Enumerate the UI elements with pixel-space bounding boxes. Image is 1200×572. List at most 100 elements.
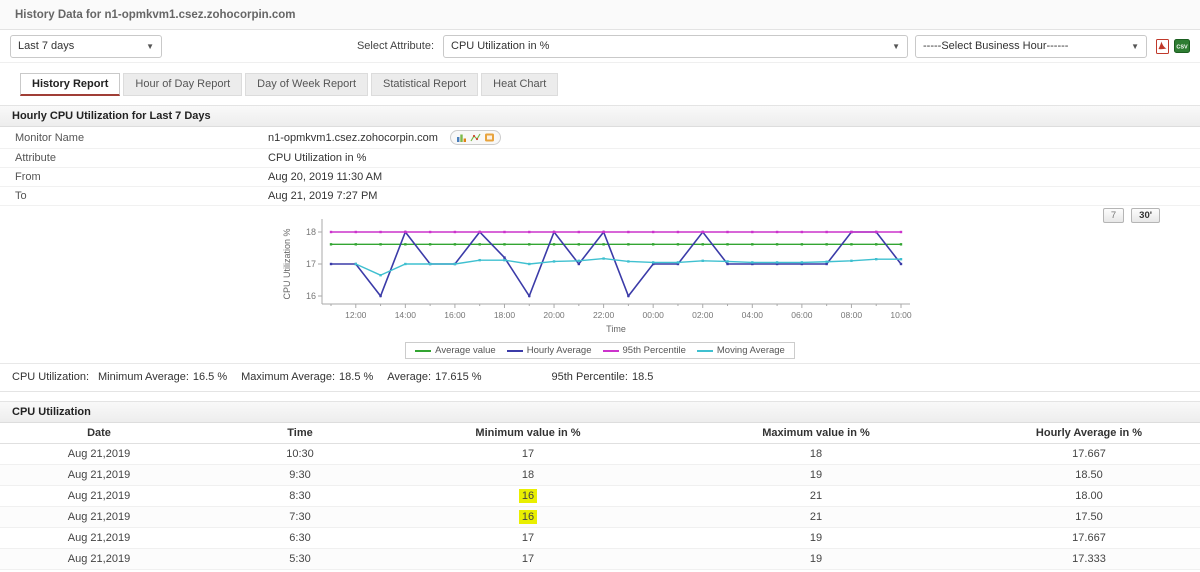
svg-text:22:00: 22:00 <box>593 310 615 320</box>
svg-text:04:00: 04:00 <box>742 310 764 320</box>
svg-text:18:00: 18:00 <box>494 310 516 320</box>
title-bar: History Data for n1-opmkvm1.csez.zohocor… <box>0 0 1200 30</box>
svg-text:18: 18 <box>306 227 316 237</box>
table-cell: 9:30 <box>198 464 402 486</box>
report-info-rows: Monitor Name n1-opmkvm1.csez.zohocorpin.… <box>0 127 1200 391</box>
bar-chart-icon[interactable] <box>456 132 467 143</box>
summary-title: CPU Utilization: <box>12 371 90 383</box>
info-label: From <box>15 171 41 183</box>
table-cell: 18.00 <box>978 485 1200 507</box>
svg-text:00:00: 00:00 <box>643 310 665 320</box>
chart-period-button-7[interactable]: 7 <box>1102 208 1125 223</box>
table-row: Aug 21,2019 10:30 17 18 17.667 <box>0 443 1200 465</box>
svg-text:10:00: 10:00 <box>890 310 912 320</box>
table-section-header: CPU Utilization <box>0 402 1200 423</box>
info-value: n1-opmkvm1.csez.zohocorpin.com <box>268 127 501 148</box>
summary-items: Minimum Average: 16.5% Maximum Average: 18.… <box>98 371 670 383</box>
col-header-time[interactable]: Time <box>198 423 402 444</box>
toolbar-right: Select Attribute: CPU Utilization in % ▼… <box>357 34 1190 58</box>
table-cell: Aug 21,2019 <box>0 464 198 486</box>
tab-day-of-week-report[interactable]: Day of Week Report <box>245 73 369 96</box>
chart-period-buttons: 7 30' <box>1102 208 1160 223</box>
table-row: Aug 21,2019 9:30 18 19 18.50 <box>0 464 1200 486</box>
info-value: Aug 20, 2019 11:30 AM <box>268 171 383 183</box>
col-header-max[interactable]: Maximum value in % <box>654 423 978 444</box>
legend-item-hourly-average: Hourly Average <box>506 345 592 356</box>
col-header-avg[interactable]: Hourly Average in % <box>978 423 1200 444</box>
legend-swatch <box>696 349 713 352</box>
tab-history-report[interactable]: History Report <box>20 73 121 96</box>
report-tabs: History Report Hour of Day Report Day of W… <box>20 73 1200 96</box>
summary-item: Maximum Average: 18.5% <box>241 371 374 383</box>
svg-text:16: 16 <box>306 291 316 301</box>
page-title: History Data for n1-opmkvm1.csez.zohocor… <box>15 8 296 21</box>
col-header-date[interactable]: Date <box>0 423 198 444</box>
business-hour-select-value: -----Select Business Hour------ <box>923 40 1069 52</box>
svg-text:14:00: 14:00 <box>395 310 417 320</box>
col-header-min[interactable]: Minimum value in % <box>402 423 654 444</box>
period-select-value: Last 7 days <box>18 40 75 52</box>
svg-text:12:00: 12:00 <box>345 310 367 320</box>
summary-row: CPU Utilization: Minimum Average: 16.5% Ma… <box>0 363 1200 391</box>
info-value: Aug 21, 2019 7:27 PM <box>268 190 378 202</box>
monitor-chart-shortcuts <box>449 130 501 145</box>
svg-text:20:00: 20:00 <box>543 310 565 320</box>
tab-hour-of-day-report[interactable]: Hour of Day Report <box>123 73 243 96</box>
svg-text:16:00: 16:00 <box>444 310 466 320</box>
report-panel: Hourly CPU Utilization for Last 7 Days M… <box>0 105 1200 392</box>
table-cell: 10:30 <box>198 443 402 465</box>
table-row: Aug 21,2019 5:30 17 19 17.333 <box>0 548 1200 570</box>
period-select[interactable]: Last 7 days ▼ <box>10 34 162 58</box>
pdf-export-icon[interactable] <box>1156 38 1169 54</box>
history-chart-svg: 16 17 18 12:00 14:00 16:00 18:00 20:00 22:00 00:0… <box>282 219 912 334</box>
attribute-select[interactable]: CPU Utilization in % ▼ <box>443 34 908 58</box>
table-cell: 17 <box>402 548 654 570</box>
cpu-utilization-table: Date Time Minimum value in % Maximum val… <box>0 423 1200 572</box>
legend-swatch <box>506 349 523 352</box>
legend-swatch <box>602 349 619 352</box>
report-table-icon[interactable] <box>484 132 495 143</box>
legend-item-moving-average: Moving Average <box>696 345 785 356</box>
csv-export-icon[interactable]: CSV <box>1174 39 1190 53</box>
business-hour-select[interactable]: -----Select Business Hour------ ▼ <box>915 34 1147 58</box>
table-cell: 18.50 <box>978 464 1200 486</box>
info-row-to: To Aug 21, 2019 7:27 PM <box>0 187 1200 206</box>
info-row-from: From Aug 20, 2019 11:30 AM <box>0 168 1200 187</box>
table-row: Aug 21,2019 8:30 16 21 18.00 <box>0 485 1200 507</box>
chart-period-button-30[interactable]: 30' <box>1131 208 1160 223</box>
legend-swatch <box>415 349 432 352</box>
tab-statistical-report[interactable]: Statistical Report <box>371 73 479 96</box>
table-cell: 18 <box>654 443 978 465</box>
chart-region: 7 30' 16 17 18 12:00 14:00 16:00 18:00 20:00 22:0… <box>0 206 1200 363</box>
chevron-down-icon: ▼ <box>892 41 900 51</box>
table-cell: Aug 21,2019 <box>0 485 198 507</box>
legend-item-95th-percentile: 95th Percentile <box>602 345 686 356</box>
info-label: Attribute <box>15 152 56 164</box>
highlighted-value: 16 <box>518 489 538 503</box>
table-cell: 19 <box>654 527 978 549</box>
table-cell: 6:30 <box>198 527 402 549</box>
line-chart-icon[interactable] <box>470 132 481 143</box>
info-label: To <box>15 190 27 202</box>
table-cell: Aug 21,2019 <box>0 443 198 465</box>
table-cell: 19 <box>654 464 978 486</box>
table-cell: Aug 21,2019 <box>0 527 198 549</box>
legend-item-average-value: Average value <box>415 345 496 356</box>
table-cell: 21 <box>654 485 978 507</box>
table-cell: 5:30 <box>198 548 402 570</box>
table-cell: 19 <box>654 548 978 570</box>
table-cell: 17.333 <box>978 548 1200 570</box>
info-row-monitor-name: Monitor Name n1-opmkvm1.csez.zohocorpin.… <box>0 127 1200 149</box>
report-section-header: Hourly CPU Utilization for Last 7 Days <box>0 106 1200 127</box>
summary-item: Average: 17.615% <box>387 371 482 383</box>
svg-text:08:00: 08:00 <box>841 310 863 320</box>
table-cell: 17 <box>402 443 654 465</box>
svg-text:17: 17 <box>306 259 316 269</box>
tab-heat-chart[interactable]: Heat Chart <box>481 73 559 96</box>
info-label: Monitor Name <box>15 131 85 144</box>
attribute-select-value: CPU Utilization in % <box>451 40 550 52</box>
chevron-down-icon: ▼ <box>1131 41 1139 51</box>
table-cell: 16 <box>402 485 654 507</box>
cpu-table-panel: CPU Utilization Date Time Minimum value … <box>0 401 1200 572</box>
highlighted-value: 16 <box>518 510 538 524</box>
